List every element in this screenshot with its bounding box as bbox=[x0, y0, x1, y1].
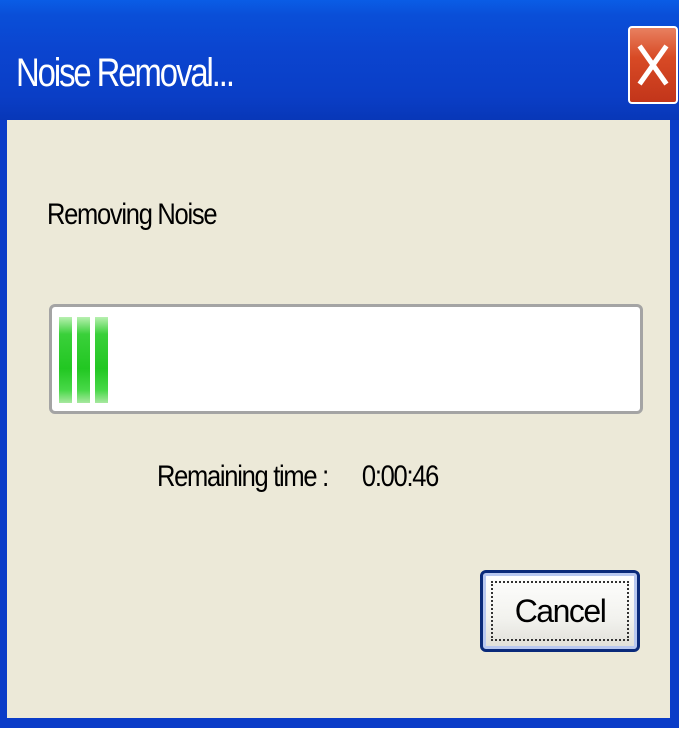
remaining-time-label: Remaining time : bbox=[157, 460, 329, 493]
status-label: Removing Noise bbox=[47, 198, 218, 231]
noise-removal-dialog: Noise Removal... Removing Noise Remainin… bbox=[0, 0, 679, 728]
progress-bar bbox=[49, 304, 643, 414]
remaining-time: Remaining time : 0:00:46 bbox=[157, 460, 439, 494]
progress-segment bbox=[77, 317, 90, 403]
close-button[interactable] bbox=[628, 26, 678, 104]
progress-segment bbox=[95, 317, 108, 403]
title-bar[interactable]: Noise Removal... bbox=[0, 0, 679, 120]
close-x-icon bbox=[637, 44, 669, 86]
remaining-time-value: 0:00:46 bbox=[361, 460, 439, 493]
cancel-button-label: Cancel bbox=[514, 593, 607, 629]
dialog-body: Removing Noise Remaining time : 0:00:46 C… bbox=[7, 120, 670, 718]
cancel-button[interactable]: Cancel bbox=[480, 570, 640, 652]
progress-segment bbox=[59, 317, 72, 403]
window-title: Noise Removal... bbox=[16, 51, 235, 95]
